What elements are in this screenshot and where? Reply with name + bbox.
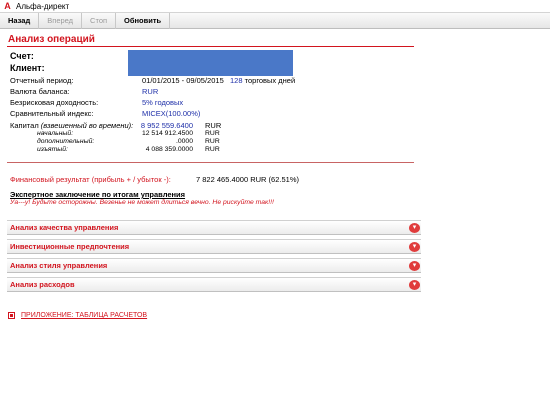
- redacted-block: [128, 50, 293, 76]
- benchmark-row: Сравнительный индекс: MICEX(100.00%): [10, 109, 410, 119]
- forward-button[interactable]: Вперед: [39, 12, 83, 29]
- appendix-link[interactable]: ПРИЛОЖЕНИЕ: ТАБЛИЦА РАСЧЕТОВ: [21, 312, 147, 319]
- period-label: Отчетный период:: [10, 76, 74, 85]
- section-management-quality[interactable]: Анализ качества управления ▾: [7, 220, 421, 235]
- report-content: Анализ операций Счет: Клиент: Отчетный п…: [7, 33, 421, 292]
- capital-label: Капитал (взвешенный во времени):: [10, 121, 133, 130]
- section-title: Инвестиционные предпочтения: [10, 242, 130, 251]
- stop-button[interactable]: Стоп: [82, 12, 117, 29]
- expert-text: Уа---у! Будьте осторожны. Везенье не мож…: [10, 199, 274, 206]
- window-title: Альфа-директ: [16, 1, 70, 11]
- period-value: 01/01/2015 - 09/05/2015 128 торговых дне…: [142, 76, 295, 86]
- capital-note: (взвешенный во времени):: [40, 121, 134, 130]
- capital-value: 8 952 559.6400: [140, 121, 193, 130]
- riskfree-row: Безрисковая доходность: 5% годовых: [10, 98, 410, 108]
- currency-value: RUR: [142, 87, 159, 96]
- section-title: Анализ качества управления: [10, 223, 119, 232]
- riskfree-label: Безрисковая доходность:: [10, 98, 99, 107]
- divider: [7, 162, 414, 163]
- chevron-down-icon[interactable]: ▾: [409, 261, 420, 271]
- chevron-down-icon[interactable]: ▾: [409, 242, 420, 252]
- capital-currency: RUR: [205, 121, 222, 130]
- expert-title: Экспертное заключение по итогам управлен…: [10, 190, 186, 199]
- financial-result-value: 7 822 465.4000 RUR (62.51%): [196, 175, 299, 184]
- chevron-down-icon[interactable]: ▾: [409, 280, 420, 290]
- capital-withdrawn-currency: RUR: [205, 146, 220, 153]
- capital-additional-value: .0000: [175, 138, 193, 145]
- period-row: Отчетный период: 01/01/2015 - 09/05/2015…: [10, 76, 410, 86]
- section-expenses[interactable]: Анализ расходов ▾: [7, 277, 421, 292]
- alfa-logo-icon: A: [4, 0, 11, 11]
- section-investment-preferences[interactable]: Инвестиционные предпочтения ▾: [7, 239, 421, 254]
- section-title: Анализ стиля управления: [10, 261, 108, 270]
- period-days-suffix: торговых дней: [244, 76, 296, 85]
- capital-withdrawn-value: 4 088 359.0000: [145, 146, 193, 153]
- capital-additional-currency: RUR: [205, 138, 220, 145]
- client-label: Клиент:: [10, 63, 45, 73]
- riskfree-value: 5% годовых: [142, 98, 184, 107]
- currency-label: Валюта баланса:: [10, 87, 70, 96]
- capital-additional-label: дополнительный:: [37, 138, 95, 145]
- title-bar: A Альфа-директ: [0, 0, 550, 13]
- section-management-style[interactable]: Анализ стиля управления ▾: [7, 258, 421, 273]
- refresh-button[interactable]: Обновить: [116, 12, 171, 29]
- account-label: Счет:: [10, 51, 34, 61]
- capital-initial-value: 12 514 912.4500: [141, 130, 193, 137]
- benchmark-label: Сравнительный индекс:: [10, 109, 94, 118]
- benchmark-value: MICEX(100.00%): [142, 109, 201, 118]
- capital-initial-currency: RUR: [205, 130, 220, 137]
- period-days: 128: [230, 76, 243, 85]
- back-button[interactable]: Назад: [0, 12, 40, 29]
- capital-withdrawn-label: изъятый:: [37, 146, 68, 153]
- capital-title: Капитал: [10, 121, 39, 130]
- currency-row: Валюта баланса: RUR: [10, 87, 410, 97]
- chevron-down-icon[interactable]: ▾: [409, 223, 420, 233]
- page-title: Анализ операций: [7, 33, 414, 47]
- appendix: ПРИЛОЖЕНИЕ: ТАБЛИЦА РАСЧЕТОВ: [8, 312, 147, 319]
- section-title: Анализ расходов: [10, 280, 75, 289]
- capital-initial-label: начальный:: [37, 130, 74, 137]
- toolbar: Назад Вперед Стоп Обновить: [0, 12, 550, 29]
- period-dates: 01/01/2015 - 09/05/2015: [142, 76, 224, 85]
- appendix-square-icon: [8, 312, 15, 319]
- financial-result-label: Финансовый результат (прибыль + / убыток…: [10, 175, 171, 184]
